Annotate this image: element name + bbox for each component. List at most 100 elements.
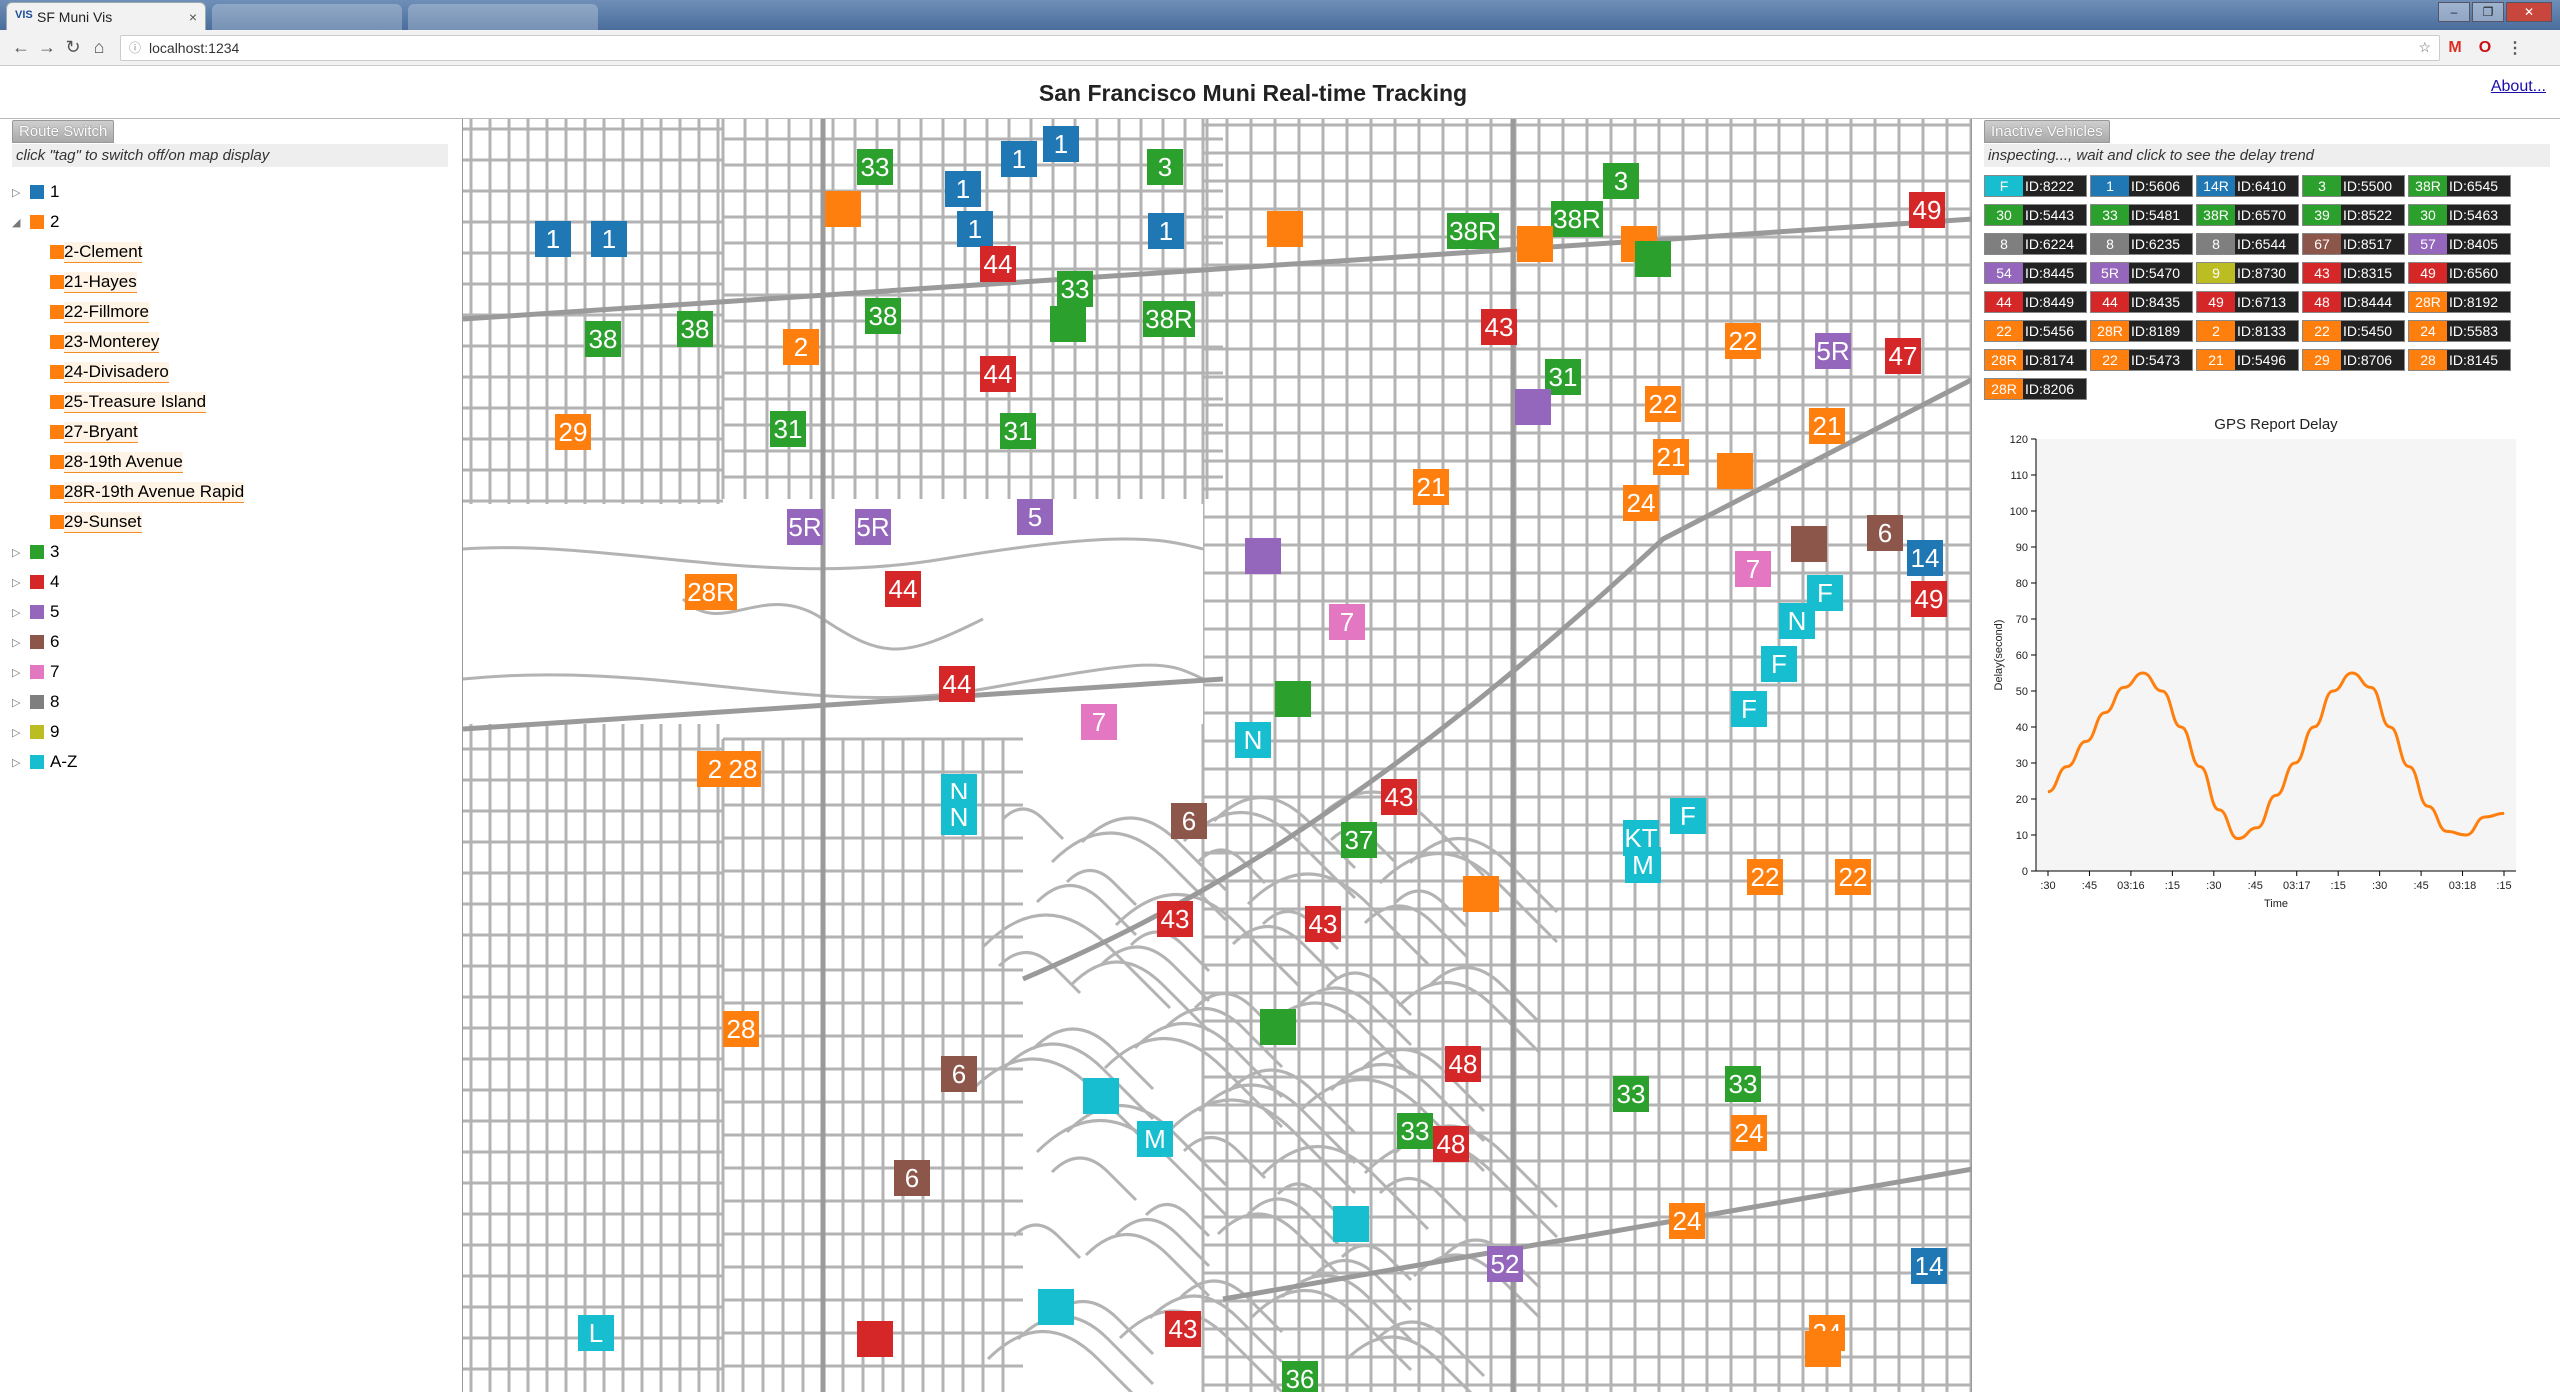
route-color-swatch[interactable] xyxy=(30,725,44,739)
vehicle-marker-n[interactable]: N xyxy=(941,799,977,835)
route-color-swatch[interactable] xyxy=(30,575,44,589)
vehicle-marker-48[interactable]: 48 xyxy=(1445,1046,1481,1082)
vehicle-marker-22[interactable]: 22 xyxy=(1645,386,1681,422)
vehicle-marker-1[interactable]: 1 xyxy=(1148,213,1184,249)
route-toggle-swatch[interactable] xyxy=(50,395,64,409)
vehicle-marker-38r[interactable]: 38R xyxy=(1143,301,1195,337)
expand-triangle-icon[interactable]: ▷ xyxy=(12,576,26,589)
route-group-8[interactable]: ▷ 8 xyxy=(12,687,448,717)
route-color-swatch[interactable] xyxy=(30,215,44,229)
inactive-vehicle-chip[interactable]: 39 ID:8522 xyxy=(2302,204,2405,226)
vehicle-marker-49[interactable]: 49 xyxy=(1909,192,1945,228)
inactive-vehicle-chip[interactable]: 8 ID:6235 xyxy=(2090,233,2193,255)
vehicle-marker[interactable] xyxy=(857,1321,893,1357)
vehicle-marker-5r[interactable]: 5R xyxy=(1815,333,1851,369)
home-icon[interactable]: ⌂ xyxy=(86,37,112,58)
vehicle-marker-24[interactable]: 24 xyxy=(1731,1115,1767,1151)
inactive-vehicle-chip[interactable]: 28R ID:8192 xyxy=(2408,291,2511,313)
route-toggle-swatch[interactable] xyxy=(50,515,64,529)
route-toggle-swatch[interactable] xyxy=(50,425,64,439)
route-item[interactable]: 27-Bryant xyxy=(12,417,448,447)
vehicle-marker-6[interactable]: 6 xyxy=(1867,515,1903,551)
vehicle-marker-28r[interactable]: 28R xyxy=(685,574,737,610)
vehicle-marker-f[interactable]: F xyxy=(1670,798,1706,834)
route-item[interactable]: 23-Monterey xyxy=(12,327,448,357)
vehicle-marker-52[interactable]: 52 xyxy=(1487,1246,1523,1282)
maximize-icon[interactable]: ❐ xyxy=(2472,2,2504,22)
vehicle-marker[interactable] xyxy=(1635,241,1671,277)
inactive-vehicle-chip[interactable]: 49 ID:6560 xyxy=(2408,262,2511,284)
expand-triangle-icon[interactable]: ▷ xyxy=(12,726,26,739)
vehicle-marker-1[interactable]: 1 xyxy=(535,221,571,257)
route-color-swatch[interactable] xyxy=(30,185,44,199)
vehicle-marker-14[interactable]: 14 xyxy=(1911,1248,1947,1284)
background-tab[interactable] xyxy=(408,4,598,30)
inactive-vehicle-chip[interactable]: 49 ID:6713 xyxy=(2196,291,2299,313)
route-item[interactable]: 28R-19th Avenue Rapid xyxy=(12,477,448,507)
inactive-vehicle-chip[interactable]: 22 ID:5473 xyxy=(2090,349,2193,371)
address-bar[interactable]: ⓘ localhost:1234 ☆ xyxy=(120,34,2440,61)
map-view[interactable]: 1 1 1 1 1 1 3 1 38R 38R 38R 33 33 33 33 33 2 3 22 22 22 22 44 4… xyxy=(462,119,1972,1392)
background-tab[interactable] xyxy=(212,4,402,30)
vehicle-marker-43[interactable]: 43 xyxy=(1165,1311,1201,1347)
vehicle-marker-1[interactable]: 1 xyxy=(1001,141,1037,177)
vehicle-marker[interactable] xyxy=(1260,1009,1296,1045)
vehicle-marker-1[interactable]: 1 xyxy=(1043,126,1079,162)
route-item[interactable]: 22-Fillmore xyxy=(12,297,448,327)
vehicle-marker[interactable] xyxy=(1515,389,1551,425)
inactive-vehicle-chip[interactable]: 14R ID:6410 xyxy=(2196,175,2299,197)
vehicle-marker-5r[interactable]: 5R xyxy=(855,509,891,545)
inactive-vehicle-chip[interactable]: 22 ID:5450 xyxy=(2302,320,2405,342)
vehicle-marker[interactable] xyxy=(1517,226,1553,262)
vehicle-marker-43[interactable]: 43 xyxy=(1481,309,1517,345)
route-group-a-z[interactable]: ▷ A-Z xyxy=(12,747,448,777)
route-toggle-swatch[interactable] xyxy=(50,245,64,259)
vehicle-marker-22[interactable]: 22 xyxy=(1747,859,1783,895)
back-icon[interactable]: ← xyxy=(8,37,34,58)
inactive-vehicle-chip[interactable]: 48 ID:8444 xyxy=(2302,291,2405,313)
inactive-vehicle-chip[interactable]: 28 ID:8145 xyxy=(2408,349,2511,371)
gmail-extension-icon[interactable]: M xyxy=(2440,39,2470,57)
vehicle-marker[interactable] xyxy=(825,191,861,227)
route-group-6[interactable]: ▷ 6 xyxy=(12,627,448,657)
minimize-icon[interactable]: – xyxy=(2438,2,2470,22)
vehicle-marker[interactable] xyxy=(1791,526,1827,562)
forward-icon[interactable]: → xyxy=(34,37,60,58)
vehicle-marker-3[interactable]: 3 xyxy=(1147,149,1183,185)
inactive-vehicle-chip[interactable]: 1 ID:5606 xyxy=(2090,175,2193,197)
expand-triangle-icon[interactable]: ▷ xyxy=(12,606,26,619)
route-item[interactable]: 25-Treasure Island xyxy=(12,387,448,417)
inactive-vehicle-chip[interactable]: 3 ID:5500 xyxy=(2302,175,2405,197)
about-link[interactable]: About... xyxy=(2491,78,2546,96)
route-color-swatch[interactable] xyxy=(30,695,44,709)
expand-triangle-icon[interactable]: ▷ xyxy=(12,666,26,679)
route-group-4[interactable]: ▷ 4 xyxy=(12,567,448,597)
route-item[interactable]: 28-19th Avenue xyxy=(12,447,448,477)
expand-triangle-icon[interactable]: ▷ xyxy=(12,636,26,649)
vehicle-marker-24[interactable]: 24 xyxy=(1623,485,1659,521)
vehicle-marker-29[interactable]: 29 xyxy=(555,414,591,450)
vehicle-marker-5r[interactable]: 5R xyxy=(787,509,823,545)
inactive-vehicle-chip[interactable]: 44 ID:8449 xyxy=(1984,291,2087,313)
tab-close-icon[interactable]: × xyxy=(189,9,197,25)
vehicle-marker[interactable] xyxy=(1083,1078,1119,1114)
vehicle-marker-38r[interactable]: 38R xyxy=(1447,213,1499,249)
vehicle-marker-f[interactable]: F xyxy=(1807,575,1843,611)
route-toggle-swatch[interactable] xyxy=(50,365,64,379)
vehicle-marker-31[interactable]: 31 xyxy=(1000,413,1036,449)
bookmark-star-icon[interactable]: ☆ xyxy=(2418,39,2431,56)
expand-triangle-icon[interactable]: ▷ xyxy=(12,186,26,199)
route-toggle-swatch[interactable] xyxy=(50,455,64,469)
route-item[interactable]: 24-Divisadero xyxy=(12,357,448,387)
vehicle-marker-1[interactable]: 1 xyxy=(957,211,993,247)
inactive-vehicle-chip[interactable]: 28R ID:8189 xyxy=(2090,320,2193,342)
route-group-9[interactable]: ▷ 9 xyxy=(12,717,448,747)
vehicle-marker-24[interactable]: 24 xyxy=(1669,1203,1705,1239)
vehicle-marker-43[interactable]: 43 xyxy=(1305,906,1341,942)
vehicle-marker-36[interactable]: 36 xyxy=(1282,1361,1318,1392)
vehicle-marker-22[interactable]: 22 xyxy=(1725,323,1761,359)
inactive-vehicle-chip[interactable]: 28R ID:8206 xyxy=(1984,378,2087,400)
vehicle-marker-44[interactable]: 44 xyxy=(980,246,1016,282)
vehicle-marker-43[interactable]: 43 xyxy=(1381,779,1417,815)
vehicle-marker-43[interactable]: 43 xyxy=(1157,901,1193,937)
